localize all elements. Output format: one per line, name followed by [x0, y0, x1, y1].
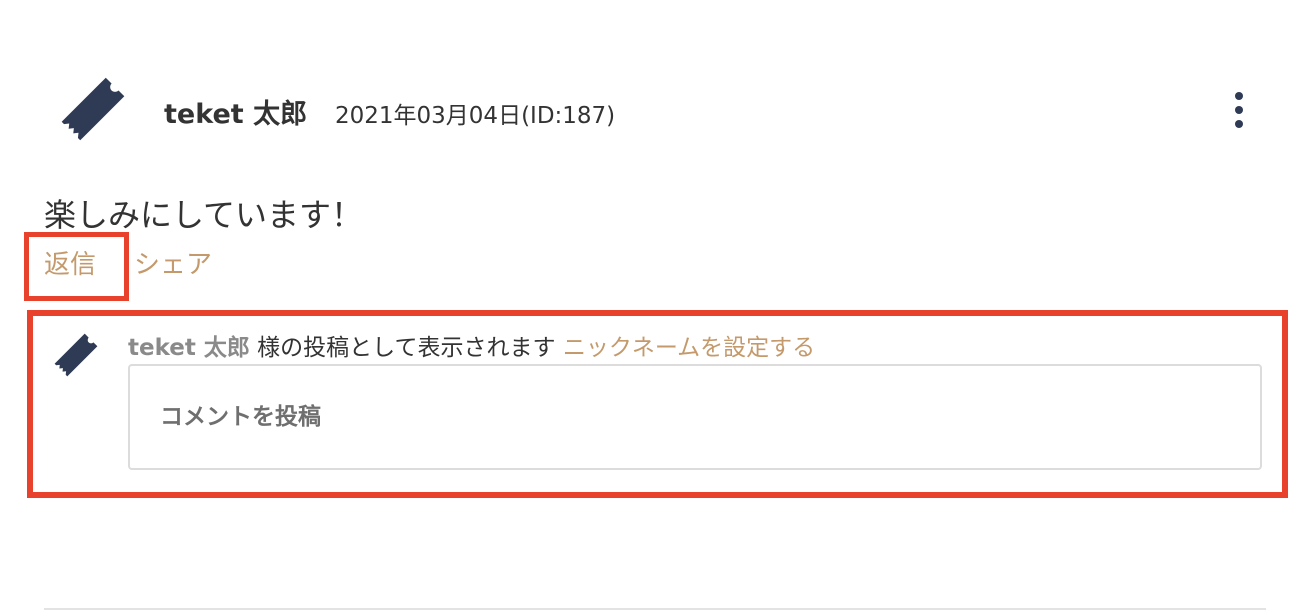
divider: [44, 608, 1266, 610]
poster-name: teket 太郎: [128, 335, 250, 361]
post-author-name: teket 太郎: [164, 99, 308, 130]
ticket-icon: [61, 77, 125, 141]
comment-input[interactable]: [128, 364, 1262, 470]
poster-info: teket 太郎 様の投稿として表示されます ニックネームを設定する: [128, 328, 815, 362]
poster-suffix: 様の投稿として表示されます: [249, 335, 563, 361]
reply-button[interactable]: 返信: [44, 244, 96, 281]
share-button[interactable]: シェア: [134, 244, 212, 281]
comment-text: 楽しみにしています！: [44, 196, 364, 234]
post-date: 2021年03月04日(ID:187): [335, 103, 616, 129]
ticket-icon: [54, 333, 98, 377]
more-vertical-icon[interactable]: [1226, 90, 1254, 130]
set-nickname-link[interactable]: ニックネームを設定する: [563, 335, 815, 361]
